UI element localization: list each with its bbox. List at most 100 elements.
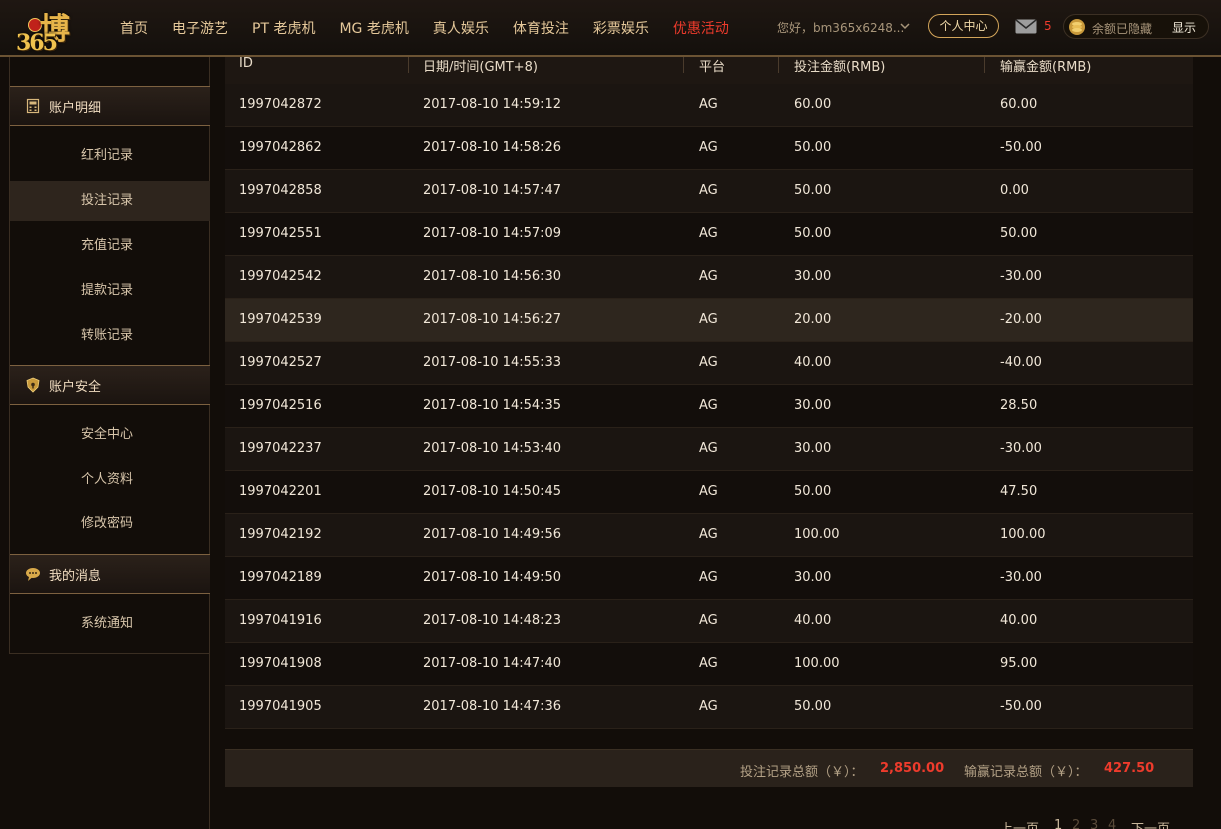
main-nav: 首页 电子游艺 PT 老虎机 MG 老虎机 真人娱乐 体育投注 彩票娱乐 优惠活… bbox=[120, 0, 753, 56]
cell-win-loss: 95.00 bbox=[1000, 656, 1038, 671]
totals-bar: 投注记录总额（￥）： 2,850.00 输赢记录总额（￥）： 427.50 bbox=[225, 749, 1193, 787]
personal-center-button[interactable]: 个人中心 bbox=[928, 14, 999, 38]
sidebar-item-system-notice[interactable]: 系统通知 bbox=[10, 604, 210, 644]
table-row[interactable]: 1997042189 2017-08-10 14:49:50 AG 30.00 -30.… bbox=[225, 557, 1193, 600]
balance-widget: 余额已隐藏 显示 bbox=[1063, 14, 1209, 39]
table-row[interactable]: 1997042858 2017-08-10 14:57:47 AG 50.00 0.00 bbox=[225, 170, 1193, 213]
pager-page-3[interactable]: 3 bbox=[1090, 818, 1098, 829]
cell-platform: AG bbox=[699, 441, 718, 456]
cell-bet-amount: 40.00 bbox=[794, 355, 832, 370]
cell-win-loss: -40.00 bbox=[1000, 355, 1042, 370]
cell-bet-amount: 100.00 bbox=[794, 656, 840, 671]
nav-mg-slots[interactable]: MG 老虎机 bbox=[339, 18, 408, 38]
cell-win-loss: 28.50 bbox=[1000, 398, 1038, 413]
cell-datetime: 2017-08-10 14:59:12 bbox=[423, 97, 562, 112]
nav-pt-slots[interactable]: PT 老虎机 bbox=[252, 18, 315, 38]
cell-platform: AG bbox=[699, 355, 718, 370]
cell-datetime: 2017-08-10 14:53:40 bbox=[423, 441, 562, 456]
sidebar-item-security-center[interactable]: 安全中心 bbox=[10, 415, 210, 455]
cell-bet-amount: 50.00 bbox=[794, 699, 832, 714]
column-header-win-loss[interactable]: 输赢金额(RMB) bbox=[1000, 56, 1091, 75]
table-row[interactable]: 1997042862 2017-08-10 14:58:26 AG 50.00 -50.… bbox=[225, 127, 1193, 170]
cell-id: 1997042539 bbox=[239, 312, 322, 327]
cell-bet-amount: 30.00 bbox=[794, 441, 832, 456]
nav-promotions[interactable]: 优惠活动 bbox=[673, 18, 729, 38]
cell-datetime: 2017-08-10 14:56:27 bbox=[423, 312, 562, 327]
cell-win-loss: -50.00 bbox=[1000, 140, 1042, 155]
cell-id: 1997042542 bbox=[239, 269, 322, 284]
nav-sports[interactable]: 体育投注 bbox=[513, 18, 569, 38]
cell-platform: AG bbox=[699, 613, 718, 628]
cell-id: 1997042872 bbox=[239, 97, 322, 112]
table-row[interactable]: 1997042201 2017-08-10 14:50:45 AG 50.00 47.5… bbox=[225, 471, 1193, 514]
sidebar-item-withdraw-records[interactable]: 提款记录 bbox=[10, 271, 210, 311]
cell-platform: AG bbox=[699, 398, 718, 413]
cell-datetime: 2017-08-10 14:57:09 bbox=[423, 226, 562, 241]
site-logo[interactable]: 博 365 bbox=[10, 4, 100, 56]
cell-id: 1997042551 bbox=[239, 226, 322, 241]
sidebar-item-bet-records[interactable]: 投注记录 bbox=[10, 181, 210, 221]
table-row[interactable]: 1997041916 2017-08-10 14:48:23 AG 40.00 40.0… bbox=[225, 600, 1193, 643]
sidebar-item-profile[interactable]: 个人资料 bbox=[10, 460, 210, 500]
column-divider bbox=[984, 57, 985, 73]
sidebar-item-deposit-records[interactable]: 充值记录 bbox=[10, 226, 210, 266]
sidebar-section-title: 我的消息 bbox=[49, 568, 102, 584]
bet-total-label: 投注记录总额（￥）： bbox=[740, 765, 864, 780]
column-header-bet-amount[interactable]: 投注金额(RMB) bbox=[794, 56, 885, 75]
cell-platform: AG bbox=[699, 699, 718, 714]
cell-platform: AG bbox=[699, 269, 718, 284]
cell-platform: AG bbox=[699, 656, 718, 671]
cell-win-loss: -30.00 bbox=[1000, 441, 1042, 456]
sidebar-section-title: 账户安全 bbox=[49, 379, 102, 395]
cell-datetime: 2017-08-10 14:50:45 bbox=[423, 484, 562, 499]
sidebar-item-transfer-records[interactable]: 转账记录 bbox=[10, 316, 210, 356]
mail-icon[interactable] bbox=[1015, 19, 1037, 34]
table-row[interactable]: 1997042539 2017-08-10 14:56:27 AG 20.00 -20.… bbox=[225, 299, 1193, 342]
pager-page-1[interactable]: 1 bbox=[1054, 818, 1062, 829]
table-row[interactable]: 1997042542 2017-08-10 14:56:30 AG 30.00 -30.… bbox=[225, 256, 1193, 299]
nav-lottery[interactable]: 彩票娱乐 bbox=[593, 18, 649, 38]
cell-bet-amount: 30.00 bbox=[794, 269, 832, 284]
pager-prev-button[interactable]: 上一页 bbox=[1000, 818, 1039, 829]
table-row[interactable]: 1997042516 2017-08-10 14:54:35 AG 30.00 28.5… bbox=[225, 385, 1193, 428]
show-balance-button[interactable]: 显示 bbox=[1172, 19, 1196, 36]
sidebar-section-my-messages[interactable]: 我的消息 bbox=[10, 554, 210, 594]
cell-id: 1997042192 bbox=[239, 527, 322, 542]
table-row[interactable]: 1997042872 2017-08-10 14:59:12 AG 60.00 60.0… bbox=[225, 84, 1193, 127]
pager-page-4[interactable]: 4 bbox=[1108, 818, 1116, 829]
column-header-datetime[interactable]: 日期/时间(GMT+8) bbox=[423, 56, 538, 75]
cell-id: 1997042201 bbox=[239, 484, 322, 499]
nav-electronic-games[interactable]: 电子游艺 bbox=[172, 18, 228, 38]
sidebar-section-account-details[interactable]: 账户明细 bbox=[10, 86, 210, 126]
sidebar-item-bonus-records[interactable]: 红利记录 bbox=[10, 136, 210, 176]
cell-bet-amount: 50.00 bbox=[794, 183, 832, 198]
table-row[interactable]: 1997041908 2017-08-10 14:47:40 AG 100.00 95.… bbox=[225, 643, 1193, 686]
cell-win-loss: 50.00 bbox=[1000, 226, 1038, 241]
nav-home[interactable]: 首页 bbox=[120, 18, 148, 38]
chevron-down-icon[interactable] bbox=[900, 21, 910, 31]
table-row[interactable]: 1997042237 2017-08-10 14:53:40 AG 30.00 -30.… bbox=[225, 428, 1193, 471]
table-row[interactable]: 1997042192 2017-08-10 14:49:56 AG 100.00 100… bbox=[225, 514, 1193, 557]
cell-bet-amount: 50.00 bbox=[794, 484, 832, 499]
cell-datetime: 2017-08-10 14:58:26 bbox=[423, 140, 562, 155]
table-row[interactable]: 1997042551 2017-08-10 14:57:09 AG 50.00 50.0… bbox=[225, 213, 1193, 256]
cell-bet-amount: 50.00 bbox=[794, 140, 832, 155]
message-count-badge: 5 bbox=[1044, 19, 1052, 33]
table-row[interactable]: 1997042527 2017-08-10 14:55:33 AG 40.00 -40.… bbox=[225, 342, 1193, 385]
pager-next-button[interactable]: 下一页 bbox=[1131, 818, 1170, 829]
sidebar-item-change-password[interactable]: 修改密码 bbox=[10, 504, 210, 544]
cell-platform: AG bbox=[699, 312, 718, 327]
nav-live-casino[interactable]: 真人娱乐 bbox=[433, 18, 489, 38]
cell-win-loss: -30.00 bbox=[1000, 269, 1042, 284]
cell-win-loss: -30.00 bbox=[1000, 570, 1042, 585]
sidebar-section-account-security[interactable]: 账户安全 bbox=[10, 365, 210, 405]
column-header-id[interactable]: ID bbox=[239, 56, 253, 71]
cell-win-loss: 60.00 bbox=[1000, 97, 1038, 112]
column-header-platform[interactable]: 平台 bbox=[699, 56, 725, 75]
user-greeting[interactable]: 您好，bm365x6248... bbox=[777, 19, 904, 36]
cell-bet-amount: 20.00 bbox=[794, 312, 832, 327]
table-row[interactable]: 1997041905 2017-08-10 14:47:36 AG 50.00 -50.… bbox=[225, 686, 1193, 729]
cell-id: 1997042862 bbox=[239, 140, 322, 155]
cell-id: 1997041905 bbox=[239, 699, 322, 714]
pager-page-2[interactable]: 2 bbox=[1072, 818, 1080, 829]
